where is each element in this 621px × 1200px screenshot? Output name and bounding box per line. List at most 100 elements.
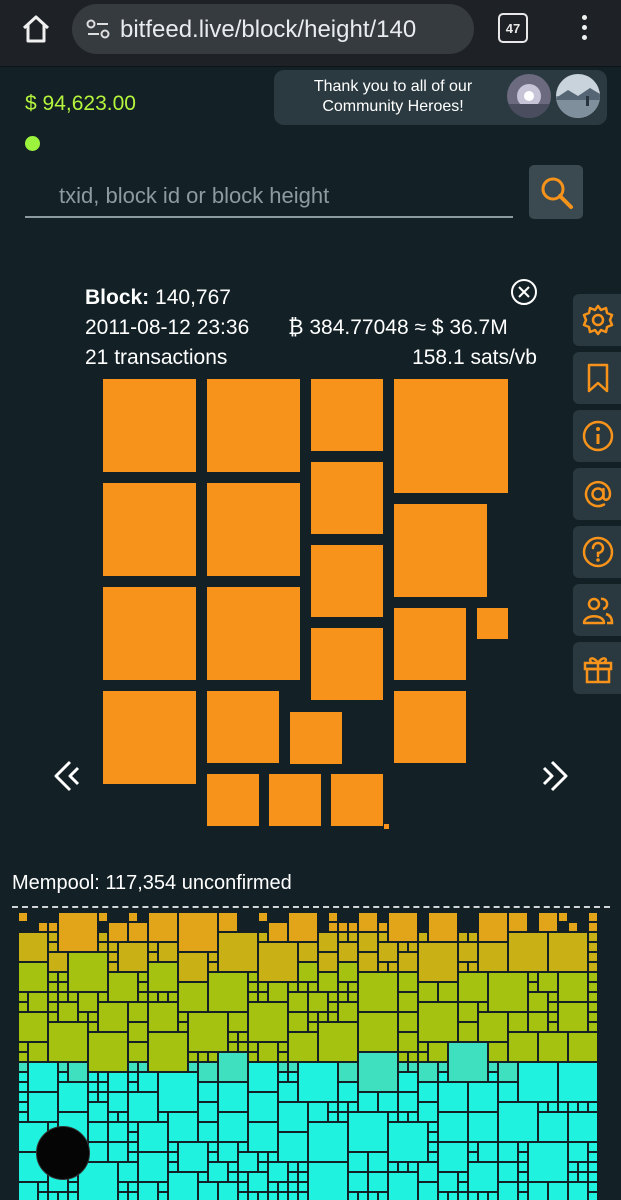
mempool-tx-square[interactable]: [189, 1013, 227, 1051]
block-tx-square[interactable]: [477, 608, 508, 639]
mempool-tx-square[interactable]: [19, 1113, 27, 1121]
mempool-tx-square[interactable]: [69, 1193, 77, 1200]
mempool-tx-square[interactable]: [19, 1013, 47, 1041]
block-tx-square[interactable]: [394, 608, 466, 680]
mempool-tx-square[interactable]: [349, 923, 357, 931]
mempool-tx-square[interactable]: [19, 1083, 27, 1091]
mempool-tx-square[interactable]: [19, 1103, 27, 1111]
mempool-tx-square[interactable]: [339, 923, 347, 931]
mempool-tx-square[interactable]: [99, 913, 107, 921]
mempool-tx-square[interactable]: [239, 1043, 247, 1051]
mempool-tx-square[interactable]: [259, 1153, 267, 1161]
mempool-tx-square[interactable]: [99, 1073, 107, 1081]
mempool-tx-square[interactable]: [519, 1063, 557, 1101]
mempool-tx-square[interactable]: [269, 1163, 287, 1181]
mempool-tx-square[interactable]: [159, 993, 167, 1001]
mempool-tx-square[interactable]: [419, 1183, 437, 1200]
mempool-tx-square[interactable]: [479, 1193, 487, 1200]
mempool-tx-square[interactable]: [559, 973, 587, 1001]
mempool-tx-square[interactable]: [159, 1193, 167, 1200]
mempool-tx-square[interactable]: [89, 1143, 107, 1161]
mempool-tx-square[interactable]: [469, 1193, 477, 1200]
mempool-tx-square[interactable]: [129, 913, 137, 921]
mempool-tx-square[interactable]: [129, 1143, 137, 1151]
mempool-tx-square[interactable]: [19, 1003, 27, 1011]
mempool-tx-square[interactable]: [49, 973, 57, 981]
block-tx-square[interactable]: [394, 379, 508, 493]
mempool-tx-square[interactable]: [549, 1183, 567, 1200]
mempool-tx-square[interactable]: [129, 923, 147, 941]
mempool-tx-square[interactable]: [249, 1093, 277, 1121]
mempool-tx-square[interactable]: [479, 1003, 487, 1011]
mempool-tx-square[interactable]: [569, 1163, 577, 1171]
mempool-tx-square[interactable]: [529, 1183, 547, 1200]
donate-button[interactable]: [573, 642, 621, 694]
mempool-tx-square[interactable]: [49, 1003, 57, 1011]
mempool-tx-square[interactable]: [139, 1123, 167, 1151]
mempool-tx-square[interactable]: [249, 993, 257, 1001]
mempool-tx-square[interactable]: [219, 1113, 247, 1141]
block-tx-square[interactable]: [269, 774, 321, 826]
mempool-tx-square[interactable]: [519, 1193, 527, 1200]
mempool-tx-square[interactable]: [589, 953, 597, 961]
mempool-tx-square[interactable]: [359, 953, 377, 971]
close-block-button[interactable]: [510, 278, 538, 306]
mempool-tx-square[interactable]: [399, 953, 417, 971]
block-tx-square[interactable]: [290, 712, 342, 764]
mempool-tx-square[interactable]: [439, 1083, 467, 1111]
mempool-tx-square[interactable]: [349, 993, 357, 1001]
mempool-tx-square[interactable]: [419, 1103, 437, 1121]
mempool-tx-square[interactable]: [459, 933, 467, 941]
mempool-tx-square[interactable]: [479, 943, 507, 971]
mempool-tx-square[interactable]: [209, 1153, 217, 1161]
mempool-tx-square[interactable]: [219, 1053, 247, 1081]
block-tx-square[interactable]: [311, 462, 383, 534]
mempool-tx-square[interactable]: [279, 1073, 287, 1081]
mempool-tx-square[interactable]: [129, 1003, 147, 1021]
mempool-tx-square[interactable]: [159, 1073, 197, 1111]
mempool-tx-square[interactable]: [19, 933, 47, 961]
mempool-tx-square[interactable]: [149, 1033, 187, 1071]
mempool-tx-square[interactable]: [199, 1063, 217, 1081]
mempool-tx-square[interactable]: [289, 983, 297, 991]
mempool-tx-square[interactable]: [289, 1013, 307, 1031]
mempool-tx-square[interactable]: [319, 953, 337, 971]
mempool-tx-square[interactable]: [39, 923, 47, 931]
mempool-tx-square[interactable]: [589, 913, 597, 921]
mempool-tx-square[interactable]: [589, 1183, 597, 1191]
mempool-tx-square[interactable]: [289, 1163, 297, 1171]
mempool-tx-square[interactable]: [369, 1173, 387, 1191]
mempool-tx-square[interactable]: [549, 1013, 557, 1021]
mempool-tx-square[interactable]: [489, 1063, 497, 1071]
mempool-tx-square[interactable]: [429, 1043, 447, 1061]
mempool-tx-square[interactable]: [109, 1073, 127, 1091]
mempool-tx-square[interactable]: [499, 1183, 517, 1200]
search-input[interactable]: [25, 176, 513, 218]
mempool-tx-square[interactable]: [289, 1193, 297, 1200]
mempool-tx-square[interactable]: [109, 953, 117, 961]
mempool-tx-square[interactable]: [349, 1153, 367, 1171]
mempool-tx-square[interactable]: [439, 1193, 447, 1200]
mempool-tx-square[interactable]: [259, 1163, 267, 1171]
mempool-tx-square[interactable]: [399, 1013, 417, 1031]
block-tx-square[interactable]: [331, 774, 383, 826]
mempool-tx-square[interactable]: [469, 1113, 497, 1141]
mempool-tx-square[interactable]: [349, 1173, 367, 1191]
mempool-tx-square[interactable]: [89, 1103, 107, 1121]
mempool-tx-square[interactable]: [19, 1183, 37, 1200]
mempool-tx-square[interactable]: [19, 963, 47, 991]
mempool-tx-square[interactable]: [179, 953, 207, 981]
block-tx-square[interactable]: [207, 483, 300, 576]
mempool-tx-square[interactable]: [489, 1043, 507, 1061]
mempool-tx-square[interactable]: [269, 1183, 277, 1191]
mempool-tx-square[interactable]: [529, 1013, 547, 1031]
mempool-tx-square[interactable]: [339, 943, 357, 961]
mempool-tx-square[interactable]: [409, 1063, 417, 1071]
mempool-tx-square[interactable]: [349, 1193, 357, 1200]
mempool-tx-square[interactable]: [559, 1003, 587, 1031]
mempool-tx-square[interactable]: [439, 1173, 457, 1191]
mempool-tx-square[interactable]: [29, 1093, 57, 1121]
mempool-tx-square[interactable]: [579, 1173, 587, 1181]
mempool-tx-square[interactable]: [59, 983, 67, 991]
mempool-tx-square[interactable]: [299, 1173, 307, 1181]
